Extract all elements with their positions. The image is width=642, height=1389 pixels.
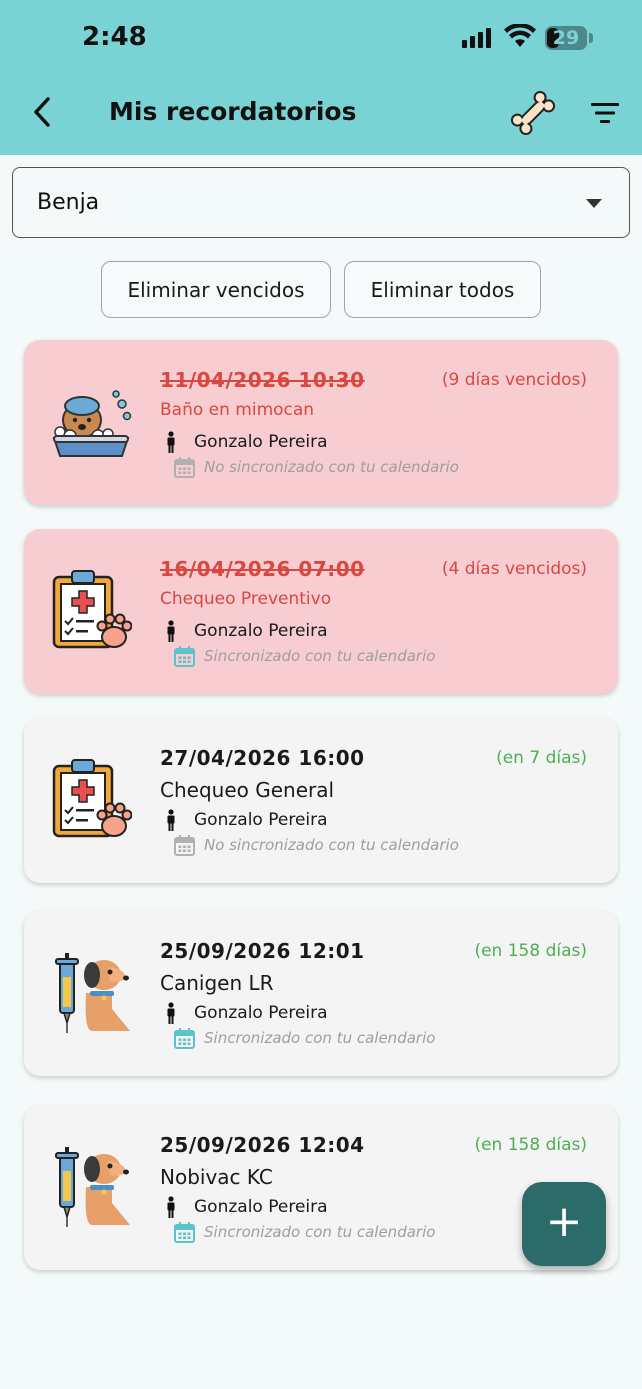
reminder-title: Chequeo Preventivo <box>160 589 332 609</box>
person-icon <box>167 620 175 642</box>
bone-icon[interactable] <box>508 88 558 138</box>
back-button[interactable] <box>28 94 58 130</box>
status-time: 2:48 <box>82 22 147 52</box>
pet-selector-dropdown[interactable]: Benja <box>12 167 630 238</box>
plus-icon: + <box>545 1196 583 1247</box>
person-icon <box>167 431 175 453</box>
battery-level: 29 <box>552 27 580 49</box>
dog-vaccine-icon <box>55 1147 130 1227</box>
calendar-sync-status: No sincronizado con tu calendario <box>204 836 459 854</box>
reminder-relative-time: (4 días vencidos) <box>441 559 587 579</box>
page-title: Mis recordatorios <box>109 97 357 126</box>
reminder-owner: Gonzalo Pereira <box>194 621 328 641</box>
calendar-unsynced-icon <box>174 457 195 478</box>
wifi-icon <box>504 24 536 47</box>
calendar-synced-icon <box>174 1028 195 1049</box>
delete-all-button[interactable]: Eliminar todos <box>344 261 541 318</box>
reminder-date: 27/04/2026 16:00 <box>160 746 365 770</box>
reminder-card[interactable]: 25/09/2026 12:01 (en 158 días) Canigen L… <box>24 911 618 1076</box>
reminder-owner: Gonzalo Pereira <box>194 810 328 830</box>
vet-checkup-icon <box>52 759 132 838</box>
reminder-relative-time: (9 días vencidos) <box>441 370 587 390</box>
reminder-relative-time: (en 158 días) <box>474 941 587 961</box>
reminder-owner: Gonzalo Pereira <box>194 1003 328 1023</box>
reminder-card[interactable]: 27/04/2026 16:00 (en 7 días) Chequeo Gen… <box>24 718 618 883</box>
reminder-relative-time: (en 158 días) <box>474 1135 587 1155</box>
person-icon <box>167 1196 175 1218</box>
cellular-signal-icon <box>462 28 491 48</box>
reminder-title: Chequeo General <box>160 778 335 802</box>
dog-bath-icon <box>52 390 132 457</box>
person-icon <box>167 809 175 831</box>
vet-checkup-icon <box>52 570 132 649</box>
calendar-sync-status: Sincronizado con tu calendario <box>204 647 436 665</box>
reminder-title: Baño en mimocan <box>160 400 315 420</box>
calendar-synced-icon <box>174 646 195 667</box>
calendar-sync-status: Sincronizado con tu calendario <box>204 1223 436 1241</box>
calendar-sync-status: Sincronizado con tu calendario <box>204 1029 436 1047</box>
reminder-card[interactable]: 16/04/2026 07:00 (4 días vencidos) Chequ… <box>24 529 618 694</box>
battery-icon: 29 <box>545 26 587 50</box>
reminder-owner: Gonzalo Pereira <box>194 432 328 452</box>
dropdown-arrow-icon <box>586 199 602 208</box>
reminder-date: 25/09/2026 12:04 <box>160 1133 365 1157</box>
person-icon <box>167 1002 175 1024</box>
dog-vaccine-icon <box>55 953 130 1033</box>
filter-icon[interactable] <box>590 100 620 126</box>
reminder-date: 11/04/2026 10:30 <box>160 368 365 392</box>
reminder-title: Nobivac KC <box>160 1165 273 1189</box>
reminder-owner: Gonzalo Pereira <box>194 1197 328 1217</box>
pet-selector-value: Benja <box>37 190 100 215</box>
delete-expired-button[interactable]: Eliminar vencidos <box>101 261 331 318</box>
reminder-title: Canigen LR <box>160 971 274 995</box>
calendar-sync-status: No sincronizado con tu calendario <box>204 458 459 476</box>
calendar-unsynced-icon <box>174 835 195 856</box>
reminder-date: 16/04/2026 07:00 <box>160 557 365 581</box>
add-reminder-button[interactable]: + <box>522 1182 606 1266</box>
reminder-card[interactable]: 11/04/2026 10:30 (9 días vencidos) Baño … <box>24 340 618 505</box>
reminder-relative-time: (en 7 días) <box>496 748 587 768</box>
reminder-date: 25/09/2026 12:01 <box>160 939 365 963</box>
battery-tip <box>589 33 593 43</box>
calendar-synced-icon <box>174 1222 195 1243</box>
